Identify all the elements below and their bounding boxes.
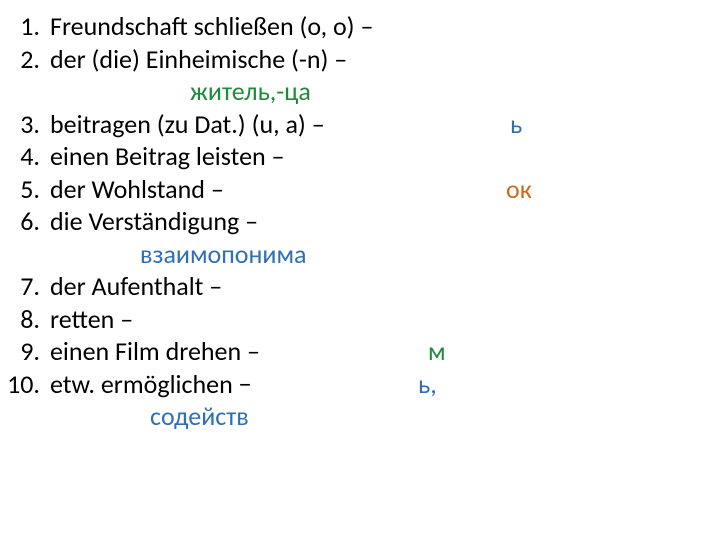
translation-continued: взаимопонима [140,238,307,270]
german-term: der (die) Einheimische (-n) – [50,43,347,75]
list-item: die Verständigung –взаимопонима [30,205,700,270]
german-term: einen Beitrag leisten – [50,140,285,172]
translation-continued: содейств [150,400,249,432]
term-line: der Aufenthalt – [50,270,700,303]
list-item: einen Film drehen – м [30,335,700,368]
slide: Freundschaft schließen (o, o) –der (die)… [0,0,720,540]
list-item: der Aufenthalt – [30,270,700,303]
german-term: der Wohlstand – [50,173,224,205]
list-item: retten – [30,303,700,336]
term-line: Freundschaft schließen (o, o) – [50,10,700,43]
term-line: beitragen (zu Dat.) (u, a) – ь [50,108,700,141]
translation-fragment: м [428,335,446,368]
translation-continued: житель,-ца [190,75,311,107]
german-term: etw. ermöglichen − [50,368,252,400]
vocab-list: Freundschaft schließen (o, o) –der (die)… [0,10,700,433]
translation-line: содейств [50,400,700,433]
german-term: beitragen (zu Dat.) (u, a) – [50,108,325,140]
list-item: etw. ermöglichen − ь, содейств [30,368,700,433]
term-line: der Wohlstand – ок [50,173,700,206]
list-item: beitragen (zu Dat.) (u, a) – ь [30,108,700,141]
translation-fragment: ь, [418,368,437,401]
translation-line: житель,-ца [50,75,700,108]
translation-fragment: ь [510,108,522,141]
german-term: der Aufenthalt – [50,270,222,302]
list-item: einen Beitrag leisten – [30,140,700,173]
term-line: retten – [50,303,700,336]
german-term: einen Film drehen – [50,335,260,367]
term-line: die Verständigung – [50,205,700,238]
translation-line: взаимопонима [50,238,700,271]
term-line: einen Beitrag leisten – [50,140,700,173]
translation-fragment: ок [506,173,532,206]
german-term: retten – [50,303,133,335]
german-term: die Verständigung – [50,205,258,237]
term-line: der (die) Einheimische (-n) – [50,43,700,76]
german-term: Freundschaft schließen (o, o) – [50,10,373,42]
list-item: der (die) Einheimische (-n) –житель,-ца [30,43,700,108]
list-item: der Wohlstand – ок [30,173,700,206]
term-line: einen Film drehen – м [50,335,700,368]
list-item: Freundschaft schließen (o, o) – [30,10,700,43]
term-line: etw. ermöglichen − ь, [50,368,700,401]
